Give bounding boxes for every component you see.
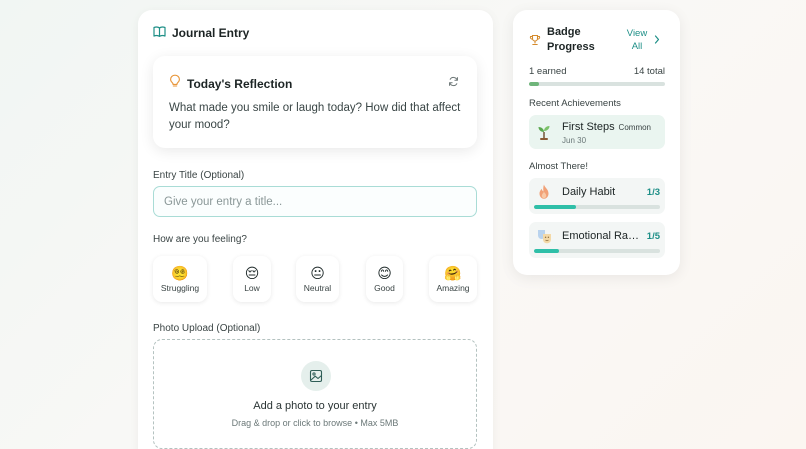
badge-name: Emotional Range (562, 230, 642, 242)
badge-progress-fill (529, 82, 539, 86)
chevron-right-icon (654, 31, 660, 49)
badge-progress-title: Badge Progress (547, 26, 595, 53)
reflection-title: Today's Reflection (187, 76, 293, 91)
badge-daily-habit[interactable]: Daily Habit 1/3 (529, 178, 665, 214)
refresh-icon[interactable] (448, 74, 459, 92)
journal-header-title: Journal Entry (172, 26, 250, 40)
image-icon (301, 361, 331, 391)
hugging-face-icon: 🤗 (444, 264, 462, 281)
mood-amazing[interactable]: 🤗 Amazing (429, 256, 477, 302)
mood-label: Neutral (303, 282, 332, 293)
mood-label: Amazing (436, 282, 470, 293)
badge-mini-progress-bar (534, 205, 660, 209)
smiling-face-icon: 😊 (377, 264, 392, 281)
feeling-label: How are you feeling? (153, 234, 247, 245)
view-all-link[interactable]: View All (626, 27, 660, 53)
reflection-card: Today's Reflection What made you smile o… (153, 56, 477, 148)
achievement-date: Jun 30 (562, 136, 587, 145)
pensive-face-icon: 😔 (244, 264, 260, 281)
dizzy-face-icon: 😵‍💫 (171, 264, 189, 281)
badge-name: Daily Habit (562, 186, 616, 198)
neutral-face-icon: 😐 (310, 264, 325, 281)
entry-title-label: Entry Title (Optional) (153, 170, 245, 181)
view-all-label: View All (626, 28, 648, 52)
earned-summary: 1 earned 14 total (529, 66, 665, 77)
badge-progress-count: 1/3 (646, 187, 660, 198)
reflection-header: Today's Reflection (169, 74, 292, 93)
mood-neutral[interactable]: 😐 Neutral (296, 256, 339, 302)
reflection-prompt: What made you smile or laugh today? How … (169, 102, 461, 131)
upload-title: Add a photo to your entry (253, 400, 377, 412)
badge-mini-progress-bar (534, 249, 660, 253)
flame-icon (536, 183, 552, 206)
mood-struggling[interactable]: 😵‍💫 Struggling (153, 256, 207, 302)
lightbulb-icon (169, 74, 181, 93)
photo-upload-label: Photo Upload (Optional) (153, 323, 261, 334)
mood-good[interactable]: 😊 Good (366, 256, 403, 302)
journal-entry-card: Journal Entry Today's Reflection What ma… (138, 10, 493, 449)
badge-progress-bar (529, 82, 665, 86)
achievement-name: First Steps (562, 121, 615, 133)
mood-low[interactable]: 😔 Low (233, 256, 271, 302)
achievement-first-steps[interactable]: First Steps Common Jun 30 (529, 115, 665, 149)
mood-label: Good (374, 282, 395, 293)
badge-progress-card: Badge Progress View All 1 earned 14 tota… (513, 10, 680, 275)
mood-label: Struggling (160, 282, 200, 293)
journal-header: Journal Entry (153, 24, 249, 42)
mood-label: Low (244, 282, 260, 293)
badge-header: Badge Progress (529, 25, 607, 55)
open-book-icon (153, 24, 166, 42)
badge-mini-progress-fill (534, 249, 560, 253)
mood-selector: 😵‍💫 Struggling 😔 Low 😐 Neutral 😊 Good 🤗 … (153, 256, 477, 302)
earned-count: 1 earned (529, 66, 567, 77)
almost-there-label: Almost There! (529, 161, 588, 172)
recent-achievements-label: Recent Achievements (529, 98, 621, 109)
achievement-rarity: Common (618, 123, 651, 132)
total-count: 14 total (633, 66, 665, 77)
photo-upload-dropzone[interactable]: Add a photo to your entry Drag & drop or… (153, 339, 477, 449)
seedling-icon (535, 123, 553, 146)
badge-emotional-range[interactable]: Emotional Range 1/5 (529, 222, 665, 258)
entry-title-input[interactable] (153, 186, 477, 217)
theater-masks-icon (536, 227, 554, 250)
upload-subtitle: Drag & drop or click to browse • Max 5MB (231, 418, 399, 428)
badge-progress-count: 1/5 (646, 231, 660, 242)
badge-mini-progress-fill (534, 205, 576, 209)
trophy-icon (529, 33, 541, 51)
